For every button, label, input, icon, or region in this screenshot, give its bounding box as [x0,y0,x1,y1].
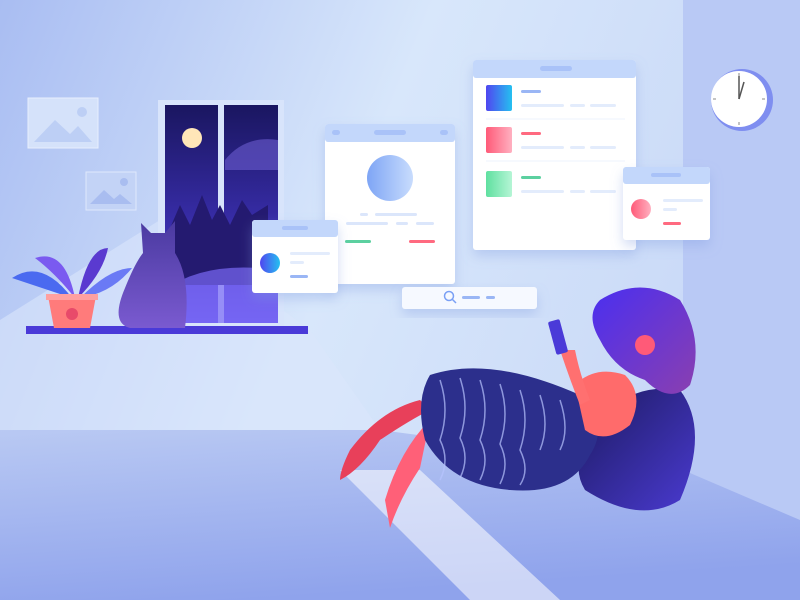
search-bar [402,287,537,309]
profile-card [325,124,455,284]
illustration-scene [0,0,800,600]
clock-icon [711,69,773,131]
avatar [367,155,413,201]
picture-frame-icon [27,97,99,149]
small-card-right [623,167,710,240]
list-card [473,60,636,250]
picture-frame-icon [85,171,137,211]
small-card-left [252,220,338,293]
